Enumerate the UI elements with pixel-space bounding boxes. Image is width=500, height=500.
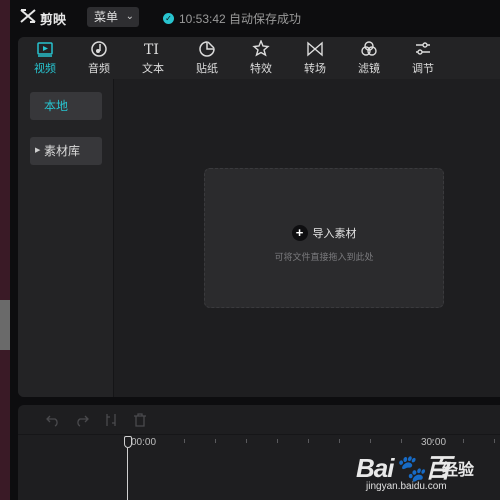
split-icon[interactable] [104,413,118,427]
ruler-tick [494,439,495,443]
check-circle-icon: ✓ [163,13,174,24]
baidu-logo: Bai🐾百 [356,448,451,485]
tab-video-label: 视频 [34,63,56,75]
ruler-tick [184,439,185,443]
import-label: 导入素材 [312,228,357,240]
menu-button[interactable]: 菜单 ⌄ [87,7,139,27]
tab-filter-label: 滤镜 [358,63,380,75]
ruler-tick [432,439,433,443]
time-label-start: 00:00 [131,437,157,448]
media-toolbar: 视频 音频 TI 文本 贴纸 特效 转场 滤镜 调节 [18,37,500,79]
tab-transition-label: 转场 [304,63,326,75]
menu-label: 菜单 [94,10,119,24]
video-icon [37,42,53,57]
sidebar-item-local-label: 本地 [44,99,69,113]
tab-sticker[interactable]: 贴纸 [180,37,234,79]
watermark-url: jingyan.baidu.com [366,481,447,492]
drop-hint: 可将文件直接拖入到此处 [274,252,374,262]
adjust-icon [416,42,430,55]
transition-icon [307,41,323,57]
title-bar: 剪映 菜单 ⌄ ✓ 10:53:42 自动保存成功 [10,0,500,34]
ruler-tick [463,439,464,443]
effects-icon [252,40,270,57]
tab-text-label: 文本 [142,63,164,75]
tab-filter[interactable]: 滤镜 [342,37,396,79]
paw-icon: 🐾 [393,453,425,483]
caret-right-icon: ▶ [35,147,41,154]
ruler-tick [277,439,278,443]
tab-audio[interactable]: 音频 [72,37,126,79]
playhead-line [127,448,128,500]
delete-icon[interactable] [133,412,147,427]
ruler-tick [215,439,216,443]
watermark-cn: 经验 [442,462,475,479]
media-panel: 视频 音频 TI 文本 贴纸 特效 转场 滤镜 调节 本地 ▶ 素材库 + 导入… [18,37,500,397]
ruler-tick [308,439,309,443]
ruler-tick [401,439,402,443]
text-icon: TI [144,42,159,58]
chevron-down-icon: ⌄ [125,11,134,22]
import-button[interactable]: + 导入素材 [205,225,443,241]
timeline-toolbar [18,405,500,435]
tab-effects[interactable]: 特效 [234,37,288,79]
ruler-tick [339,439,340,443]
watermark: Bai🐾百 经验 jingyan.baidu.com [356,448,496,496]
ruler-tick [370,439,371,443]
tab-adjust-label: 调节 [412,63,434,75]
tab-transition[interactable]: 转场 [288,37,342,79]
sidebar-item-local[interactable]: 本地 [30,92,102,120]
ruler-tick [246,439,247,443]
save-status-text: 10:53:42 自动保存成功 [179,12,302,26]
playhead-handle[interactable] [124,436,132,448]
app-logo-icon [20,9,36,23]
playhead[interactable] [124,436,132,500]
baidu-logo-text: Bai [356,453,394,483]
tab-audio-label: 音频 [88,63,110,75]
window-edge-handle [0,300,10,350]
svg-text:TI: TI [144,42,159,58]
tab-video[interactable]: 视频 [18,37,72,79]
sticker-icon [199,41,215,57]
save-status: ✓ 10:53:42 自动保存成功 [163,10,301,27]
tab-text[interactable]: TI 文本 [126,37,180,79]
plus-icon: + [291,225,308,241]
time-label-mark: 30:00 [421,437,447,448]
sidebar-item-library[interactable]: ▶ 素材库 [30,137,102,165]
audio-icon [91,41,107,57]
import-dropzone[interactable]: + 导入素材 可将文件直接拖入到此处 [204,168,444,308]
filter-icon [361,41,377,56]
redo-icon[interactable] [75,413,89,427]
sidebar-item-library-label: 素材库 [44,144,81,158]
undo-icon[interactable] [46,413,60,427]
app-name: 剪映 [40,12,67,27]
tab-adjust[interactable]: 调节 [396,37,450,79]
media-sidebar: 本地 ▶ 素材库 [18,79,114,397]
tab-effects-label: 特效 [250,63,272,75]
tab-sticker-label: 贴纸 [196,63,218,75]
window-left-edge [0,0,10,500]
